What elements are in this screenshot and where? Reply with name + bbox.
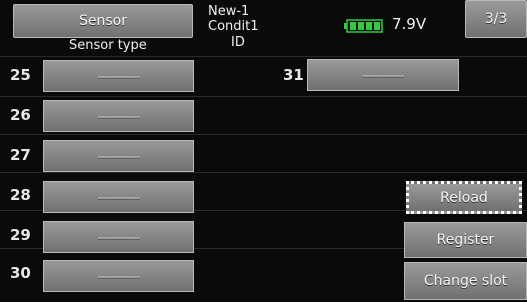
sensor-button-label: Sensor xyxy=(79,13,127,29)
battery-icon xyxy=(344,18,384,33)
slot-number-31: 31 xyxy=(283,66,304,84)
slot-26-value: ------------ xyxy=(97,109,140,123)
sensor-button[interactable]: Sensor xyxy=(13,4,193,38)
slot-27-value: ------------ xyxy=(97,149,140,163)
column-id: ID xyxy=(231,35,245,50)
slot-30-button[interactable]: ------------ xyxy=(43,260,194,292)
slot-29-value: ------------ xyxy=(97,230,140,244)
change-slot-button[interactable]: Change slot xyxy=(404,262,527,300)
slot-number-25: 25 xyxy=(10,66,31,84)
slot-30-value: ------------ xyxy=(97,269,140,283)
slot-31-value: ------------ xyxy=(362,68,404,82)
slot-number-27: 27 xyxy=(10,146,31,164)
change-slot-label: Change slot xyxy=(423,273,508,289)
reload-button[interactable]: Reload xyxy=(406,181,522,214)
slot-31-button[interactable]: ------------ xyxy=(307,59,459,91)
slot-25-button[interactable]: ------------ xyxy=(43,60,194,92)
page-button[interactable]: 3/3 xyxy=(465,0,527,38)
slot-28-value: ------------ xyxy=(97,190,140,204)
slot-28-button[interactable]: ------------ xyxy=(43,181,194,213)
slot-25-value: ------------ xyxy=(97,69,140,83)
slot-number-26: 26 xyxy=(10,106,31,124)
slot-number-28: 28 xyxy=(10,186,31,204)
model-name: New-1 xyxy=(208,4,250,19)
slot-29-button[interactable]: ------------ xyxy=(43,221,194,253)
slot-number-30: 30 xyxy=(10,264,31,282)
slot-26-button[interactable]: ------------ xyxy=(43,100,194,132)
slot-27-button[interactable]: ------------ xyxy=(43,140,194,172)
page-label: 3/3 xyxy=(484,11,508,27)
battery-voltage: 7.9V xyxy=(392,15,427,33)
condition-name: Condit1 xyxy=(208,19,259,34)
slot-number-29: 29 xyxy=(10,226,31,244)
reload-label: Reload xyxy=(440,189,488,206)
register-label: Register xyxy=(436,232,495,248)
register-button[interactable]: Register xyxy=(404,222,527,258)
column-sensor-type: Sensor type xyxy=(69,38,147,53)
